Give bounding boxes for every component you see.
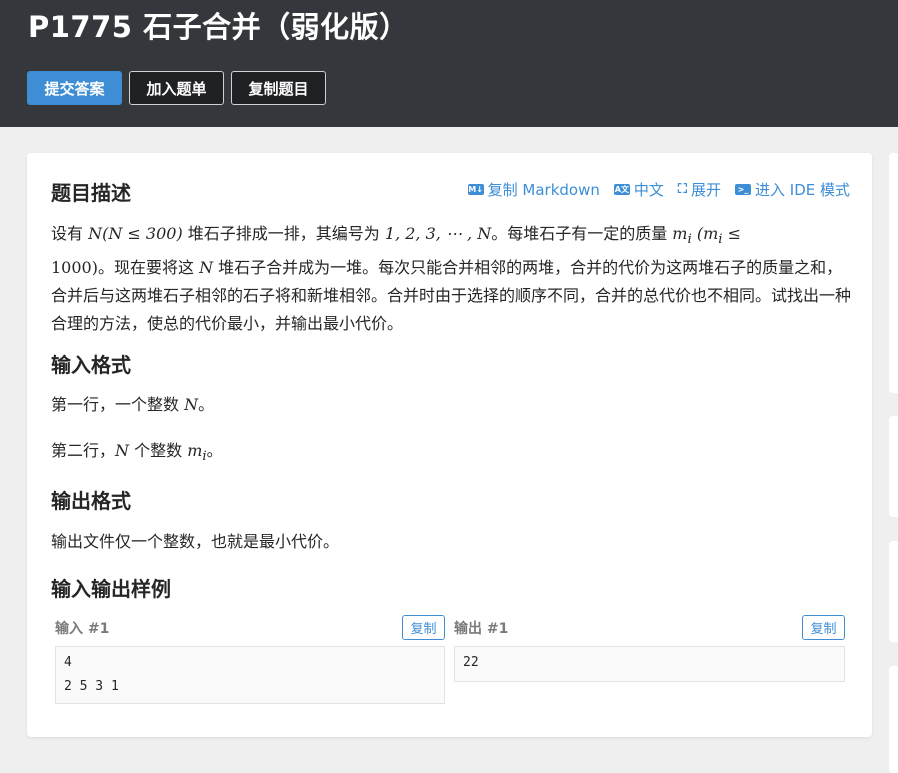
expand-link[interactable]: ⛶ 展开: [678, 179, 721, 200]
sample-output-box[interactable]: 22: [454, 646, 845, 682]
copy-output-button[interactable]: 复制: [802, 615, 845, 640]
input-line-2-end: 。: [206, 441, 223, 460]
submit-answer-button[interactable]: 提交答案: [27, 71, 122, 105]
desc-text-2: 堆石子排成一排，其编号为: [182, 224, 385, 243]
input-line-1-text: 第一行，一个整数: [51, 395, 185, 414]
input-line-2-mid: 个整数: [129, 441, 188, 460]
input-line-2: 第二行，N 个整数 mi。: [51, 437, 851, 471]
desc-text-3: 。每堆石子有一定的质量: [491, 224, 673, 243]
translate-icon: A文: [613, 184, 630, 195]
input-line-1-end: 。: [198, 395, 215, 414]
desc-math-range: (N ≤ 300): [102, 224, 183, 243]
copy-problem-button[interactable]: 复制题目: [231, 71, 326, 105]
desc-math-le: ≤: [722, 224, 742, 243]
terminal-icon: >_: [735, 184, 751, 195]
desc-text-4: 。现在要将这: [97, 258, 200, 278]
problem-header: P1775 石子合并（弱化版） 提交答案 加入题单 复制题目: [0, 0, 898, 127]
desc-math-seq: 1, 2, 3, ⋯ , N: [384, 224, 492, 243]
problem-toolbar: M↓ 复制 Markdown A文 中文 ⛶ 展开 >_ 进入 IDE 模式: [467, 179, 850, 200]
samples-heading: 输入输出样例: [51, 577, 171, 601]
input-line-2-math: N: [115, 441, 130, 460]
desc-math-n2: N: [199, 258, 214, 278]
desc-math-1000: 1000): [51, 258, 98, 278]
side-card-3: [889, 541, 898, 642]
input-line-2-text: 第二行，: [51, 441, 116, 460]
expand-icon: ⛶: [677, 182, 687, 197]
markdown-icon: M↓: [467, 184, 484, 195]
desc-math-mi-sub: i: [687, 232, 692, 248]
input-line-1-math: N: [184, 395, 199, 414]
side-card-4: [889, 666, 898, 773]
sample-output-label: 输出 #1: [454, 621, 509, 637]
desc-math-mi: m: [672, 224, 688, 243]
side-card-1: [889, 153, 898, 393]
input-format-heading: 输入格式: [51, 353, 131, 377]
output-format-text: 输出文件仅一个整数，也就是最小代价。: [51, 532, 340, 551]
copy-input-button[interactable]: 复制: [402, 615, 445, 640]
ide-mode-link[interactable]: >_ 进入 IDE 模式: [735, 179, 850, 200]
problem-card: 题目描述 M↓ 复制 Markdown A文 中文 ⛶ 展开 >_ 进入 IDE…: [27, 153, 872, 737]
description-heading: 题目描述: [51, 181, 131, 205]
add-to-list-button[interactable]: 加入题单: [129, 71, 224, 105]
output-format-heading: 输出格式: [51, 489, 131, 513]
description-text: 设有 N(N ≤ 300) 堆石子排成一排，其编号为 1, 2, 3, ⋯ , …: [51, 220, 851, 338]
page-title: P1775 石子合并（弱化版）: [28, 10, 409, 44]
copy-markdown-label: 复制 Markdown: [487, 181, 600, 199]
desc-text-1: 设有: [51, 224, 89, 243]
ide-mode-label: 进入 IDE 模式: [755, 181, 850, 199]
side-card-2: [889, 416, 898, 517]
language-link[interactable]: A文 中文: [613, 179, 664, 200]
copy-markdown-link[interactable]: M↓ 复制 Markdown: [467, 179, 600, 200]
desc-math-n: N: [88, 224, 103, 243]
expand-label: 展开: [690, 181, 721, 199]
input-line-1: 第一行，一个整数 N。: [51, 391, 851, 419]
input-line-2-math-m: m: [187, 441, 203, 460]
desc-math-mi-range: (m: [696, 224, 719, 243]
language-label: 中文: [633, 181, 664, 199]
sample-input-label: 输入 #1: [55, 621, 110, 637]
sample-input-box[interactable]: 4 2 5 3 1: [55, 646, 445, 704]
